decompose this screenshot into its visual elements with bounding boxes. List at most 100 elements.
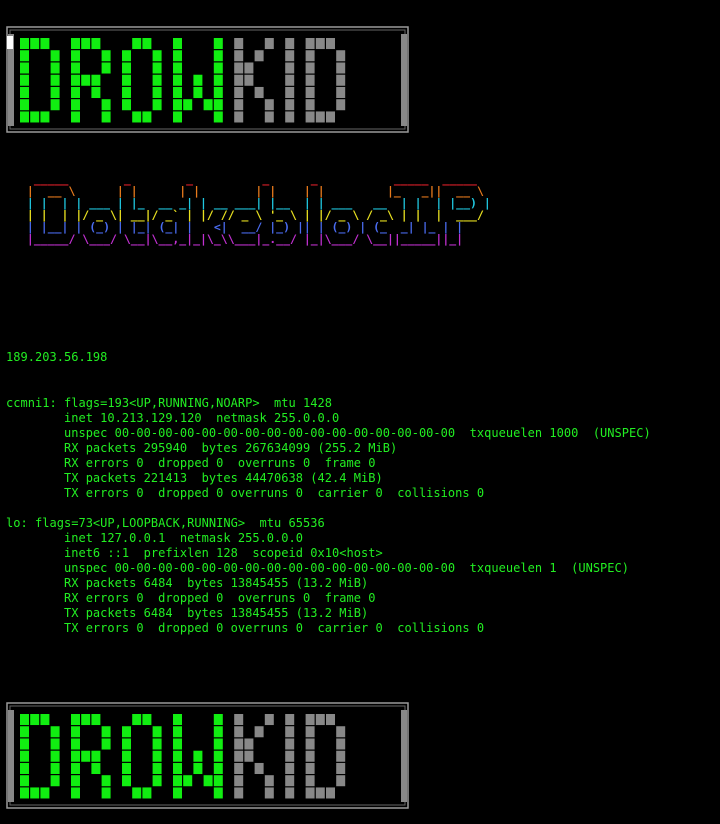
logo-pixel — [71, 750, 80, 762]
logo-pixel — [285, 738, 295, 750]
logo-pixel — [213, 762, 223, 774]
logo-pixel — [152, 750, 162, 762]
logo-pixel — [203, 99, 213, 111]
banner-top — [6, 26, 410, 134]
logo-pixel — [305, 726, 315, 738]
ifconfig-line: RX errors 0 dropped 0 overruns 0 frame 0 — [6, 591, 376, 605]
logo-pixel — [234, 86, 244, 98]
logo-pixel — [285, 74, 295, 86]
logo-pixel — [234, 787, 244, 799]
logo-pixel — [234, 738, 244, 750]
logo-pixel — [336, 738, 346, 750]
logo-pixel — [213, 714, 223, 726]
logo-pixel — [254, 50, 264, 62]
logo-pixel — [142, 714, 152, 726]
drowkid-logo — [6, 26, 409, 133]
logo-pixel — [336, 74, 346, 86]
logo-pixel — [213, 99, 223, 111]
logo-pixel — [173, 714, 182, 726]
logo-pixel — [193, 750, 203, 762]
logo-pixel — [122, 738, 131, 750]
logo-pixel — [152, 50, 162, 62]
logo-pixel — [30, 714, 40, 726]
logo-pixel — [305, 99, 315, 111]
logo-pixel — [40, 714, 50, 726]
ifconfig-line: TX errors 0 dropped 0 overruns 0 carrier… — [6, 486, 485, 500]
logo-pixel — [50, 750, 60, 762]
logo-pixel — [213, 775, 223, 787]
logo-pixel — [213, 750, 223, 762]
logo-pixel — [213, 62, 223, 74]
logo-pixel — [20, 750, 29, 762]
logo-pixel — [305, 86, 315, 98]
logo-pixel — [173, 74, 182, 86]
logo-pixel — [315, 787, 325, 799]
logo-pixel — [20, 726, 29, 738]
logo-pixel — [81, 38, 91, 50]
logo-pixel — [213, 726, 223, 738]
ifconfig-line: inet 127.0.0.1 netmask 255.0.0.0 — [6, 531, 304, 545]
logo-pixel — [203, 775, 213, 787]
logo-pixel — [285, 762, 295, 774]
logo-pixel — [91, 714, 101, 726]
logo-pixel — [173, 787, 182, 799]
logo-pixel — [122, 62, 131, 74]
logo-pixel — [326, 787, 335, 799]
logo-pixel — [234, 714, 244, 726]
logo-pixel — [152, 99, 162, 111]
logo-pixel — [71, 99, 80, 111]
logo-pixel — [285, 86, 295, 98]
logo-pixel — [101, 726, 111, 738]
logo-pixel — [336, 726, 346, 738]
logo-pixel — [254, 762, 264, 774]
logo-pixel — [264, 38, 274, 50]
logo-pixel — [122, 86, 131, 98]
logo-right-bar — [401, 34, 407, 126]
logo-pixel — [142, 38, 152, 50]
tagline-ascii-art: _____ _ _ _ _ _____ _____ | __ \ | | | |… — [20, 173, 491, 245]
logo-pixel — [122, 762, 131, 774]
logo-pixel — [101, 775, 111, 787]
logo-frame-inner — [9, 705, 406, 806]
logo-pixel — [152, 86, 162, 98]
logo-pixel — [173, 762, 182, 774]
logo-pixel — [305, 62, 315, 74]
logo-pixel — [264, 714, 274, 726]
logo-pixel — [315, 38, 325, 50]
logo-pixel — [285, 750, 295, 762]
logo-pixel — [122, 726, 131, 738]
logo-pixel — [71, 775, 80, 787]
logo-pixel — [234, 99, 244, 111]
logo-pixel — [81, 750, 91, 762]
logo-pixel — [285, 99, 295, 111]
ifconfig-line: ccmni1: flags=193<UP,RUNNING,NOARP> mtu … — [6, 396, 333, 410]
interface-block-ccmni1: ccmni1: flags=193<UP,RUNNING,NOARP> mtu … — [6, 396, 651, 501]
logo-pixel — [71, 111, 80, 123]
ifconfig-line: TX packets 221413 bytes 44470638 (42.4 M… — [6, 471, 383, 485]
logo-pixel — [91, 38, 101, 50]
logo-pixel — [50, 762, 60, 774]
logo-pixel — [132, 787, 142, 799]
logo-pixel — [30, 38, 40, 50]
logo-pixel — [152, 726, 162, 738]
logo-pixel — [213, 38, 223, 50]
logo-frame — [6, 702, 409, 809]
logo-pixel — [213, 738, 223, 750]
logo-pixel — [213, 787, 223, 799]
logo-pixel — [285, 38, 295, 50]
logo-pixel — [173, 86, 182, 98]
logo-pixel — [101, 62, 111, 74]
logo-pixel — [71, 38, 80, 50]
logo-pixel — [336, 86, 346, 98]
logo-pixel — [213, 86, 223, 98]
ifconfig-line: RX errors 0 dropped 0 overruns 0 frame 0 — [6, 456, 376, 470]
logo-pixel — [122, 50, 131, 62]
logo-pixel — [20, 787, 29, 799]
logo-pixel — [152, 74, 162, 86]
logo-pixel — [285, 50, 295, 62]
logo-pixel — [20, 762, 29, 774]
drowkid-logo — [6, 702, 409, 809]
ifconfig-line: TX errors 0 dropped 0 overruns 0 carrier… — [6, 621, 485, 635]
logo-pixel — [20, 74, 29, 86]
logo-pixel — [264, 99, 274, 111]
